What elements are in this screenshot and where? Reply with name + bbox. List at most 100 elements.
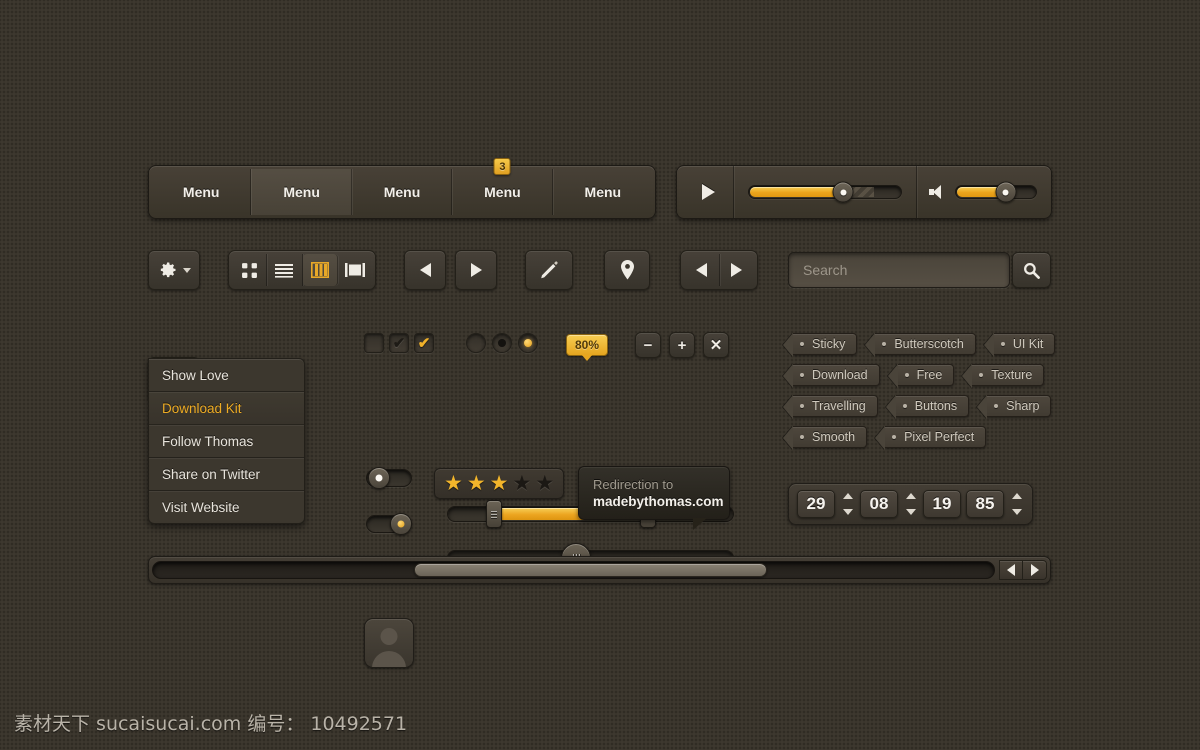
tag-travelling[interactable]: Travelling: [793, 395, 878, 417]
menu-item-3[interactable]: Menu: [351, 169, 453, 215]
scrollbar-right-button[interactable]: [1023, 560, 1047, 580]
prev-button[interactable]: [404, 250, 446, 290]
tag-dot-icon: [800, 342, 804, 346]
radio-empty[interactable]: [466, 333, 486, 353]
tag-label: UI Kit: [1012, 337, 1044, 351]
grid-view-icon-button[interactable]: [232, 254, 268, 286]
stepper-up-icon[interactable]: [905, 493, 916, 499]
range-handle-left[interactable]: [485, 500, 502, 528]
date-year-spinner[interactable]: [1009, 490, 1024, 518]
search-button[interactable]: [1012, 252, 1051, 288]
star-icon-4[interactable]: ★: [512, 473, 531, 494]
stepper-up-icon[interactable]: [1011, 493, 1022, 499]
tag-butterscotch[interactable]: Butterscotch: [875, 333, 976, 355]
check-icon: ✔: [392, 334, 406, 352]
gear-icon: [160, 262, 175, 278]
search-icon: [1024, 262, 1040, 279]
tag-label: Travelling: [812, 399, 866, 413]
pager-prev-button[interactable]: [684, 254, 720, 286]
date-day-field[interactable]: 29: [797, 490, 835, 518]
tag-dot-icon: [892, 435, 897, 439]
stepper-down-icon[interactable]: [905, 509, 916, 515]
radio-selected-gold[interactable]: [518, 333, 538, 353]
plus-button[interactable]: +: [669, 332, 695, 358]
tag-dot-icon: [994, 404, 999, 408]
toggle-knob[interactable]: [368, 467, 390, 489]
scrollbar-track[interactable]: [152, 561, 995, 579]
search-input[interactable]: [801, 261, 997, 279]
date-month-spinner[interactable]: [903, 490, 918, 518]
checkbox-checked-gold[interactable]: ✔: [414, 333, 434, 353]
stepper-up-icon[interactable]: [842, 493, 853, 499]
next-button[interactable]: [455, 250, 497, 290]
tag-pixel-perfect[interactable]: Pixel Perfect: [885, 426, 987, 448]
search-field[interactable]: [788, 252, 1010, 288]
tag-dot-icon: [800, 404, 804, 408]
star-icon-5[interactable]: ★: [535, 473, 554, 494]
toggle-knob[interactable]: [390, 513, 412, 535]
scrollbar-left-button[interactable]: [999, 560, 1023, 580]
watermark-text: 素材天下 sucaisucai.com 编号： 10492571: [14, 713, 408, 735]
edit-button[interactable]: [525, 250, 573, 290]
date-day-spinner[interactable]: [840, 490, 855, 518]
dropdown-item-show-love[interactable]: Show Love: [149, 359, 304, 392]
tag-smooth[interactable]: Smooth: [793, 426, 868, 448]
gallery-view-icon-button[interactable]: [338, 254, 372, 286]
tag-dot-icon: [800, 373, 804, 377]
arrow-left-icon: [1007, 564, 1015, 576]
tag-texture[interactable]: Texture: [972, 364, 1045, 386]
toggle-on[interactable]: [366, 513, 412, 535]
date-century-field[interactable]: 19: [923, 490, 961, 518]
settings-gear-button[interactable]: [148, 250, 200, 290]
star-icon-3[interactable]: ★: [490, 473, 509, 494]
checkbox-unchecked[interactable]: [364, 333, 384, 353]
horizontal-scrollbar[interactable]: [148, 556, 1051, 584]
scrollbar-thumb[interactable]: [413, 563, 767, 577]
view-mode-group: [228, 250, 376, 290]
menu-item-4[interactable]: 3 Menu: [452, 158, 553, 215]
menu-item-1[interactable]: Menu: [152, 169, 252, 215]
tag-ui-kit[interactable]: UI Kit: [993, 333, 1056, 355]
star-icon-2[interactable]: ★: [467, 473, 486, 494]
minus-button[interactable]: −: [635, 332, 661, 358]
tag-sticky[interactable]: Sticky: [793, 333, 858, 355]
date-month-field[interactable]: 08: [860, 490, 898, 518]
tag-free[interactable]: Free: [897, 364, 955, 386]
tag-buttons[interactable]: Buttons: [895, 395, 970, 417]
menu-item-5[interactable]: Menu: [552, 169, 652, 215]
column-view-icon-button[interactable]: [302, 254, 338, 286]
tag-dot-icon: [902, 404, 907, 408]
volume-slider[interactable]: [955, 166, 1047, 218]
stepper-down-icon[interactable]: [842, 509, 853, 515]
play-button[interactable]: [681, 166, 733, 218]
arrow-right-icon: [470, 263, 482, 277]
dropdown-item-share-on-twitter[interactable]: Share on Twitter: [149, 458, 304, 491]
toggle-off[interactable]: [366, 467, 412, 489]
tag-label: Free: [916, 368, 943, 382]
close-button[interactable]: ✕: [703, 332, 729, 358]
dropdown-item-download-kit[interactable]: Download Kit: [149, 392, 304, 425]
volume-button[interactable]: [917, 166, 955, 218]
rating-stars[interactable]: ★ ★ ★ ★ ★: [434, 468, 565, 499]
location-button[interactable]: [604, 250, 650, 290]
volume-knob[interactable]: [995, 181, 1017, 203]
checkbox-checked-dark[interactable]: ✔: [389, 333, 409, 353]
pager-next-button[interactable]: [720, 254, 755, 286]
tag-label: Download: [812, 368, 868, 382]
progress-slider[interactable]: [734, 166, 916, 218]
dropdown-item-follow-thomas[interactable]: Follow Thomas: [149, 425, 304, 458]
close-icon: ✕: [709, 337, 723, 354]
tag-download[interactable]: Download: [793, 364, 880, 386]
date-year-field[interactable]: 85: [966, 490, 1004, 518]
stepper-down-icon[interactable]: [1011, 509, 1022, 515]
pager-group: [680, 250, 758, 290]
star-icon-1[interactable]: ★: [444, 473, 463, 494]
notification-badge: 3: [493, 158, 511, 175]
menu-item-2[interactable]: Menu: [251, 169, 352, 215]
tag-sharp[interactable]: Sharp: [987, 395, 1052, 417]
tooltip-line-1: Redirection to: [593, 477, 674, 492]
radio-selected-dark[interactable]: [492, 333, 512, 353]
progress-knob[interactable]: [832, 181, 854, 203]
list-view-icon-button[interactable]: [267, 254, 303, 286]
dropdown-item-visit-website[interactable]: Visit Website: [149, 491, 304, 523]
